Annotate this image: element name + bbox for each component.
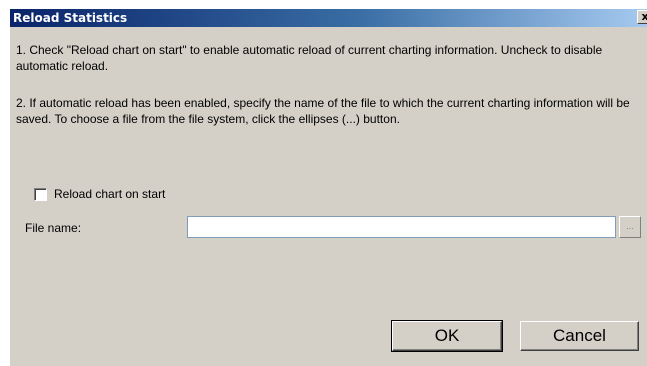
ok-button[interactable]: OK [391, 320, 503, 352]
reload-statistics-dialog: Reload Statistics x 1. Check "Reload cha… [10, 9, 647, 366]
instruction-step-1: 1. Check "Reload chart on start" to enab… [16, 43, 603, 73]
file-name-input[interactable] [187, 216, 616, 238]
instruction-step-2: 2. If automatic reload has been enabled,… [16, 96, 630, 126]
title-bar[interactable]: Reload Statistics x [10, 9, 647, 27]
reload-chart-checkbox[interactable] [34, 187, 47, 201]
browse-ellipsis-button[interactable]: ... [619, 216, 641, 238]
file-name-label: File name: [25, 221, 82, 235]
close-button[interactable]: x [637, 10, 647, 24]
dialog-title: Reload Statistics [13, 11, 128, 25]
cancel-button[interactable]: Cancel [520, 321, 639, 351]
close-icon: x [641, 10, 647, 23]
reload-chart-label[interactable]: Reload chart on start [54, 186, 165, 202]
reload-chart-option[interactable]: Reload chart on start [34, 186, 165, 202]
